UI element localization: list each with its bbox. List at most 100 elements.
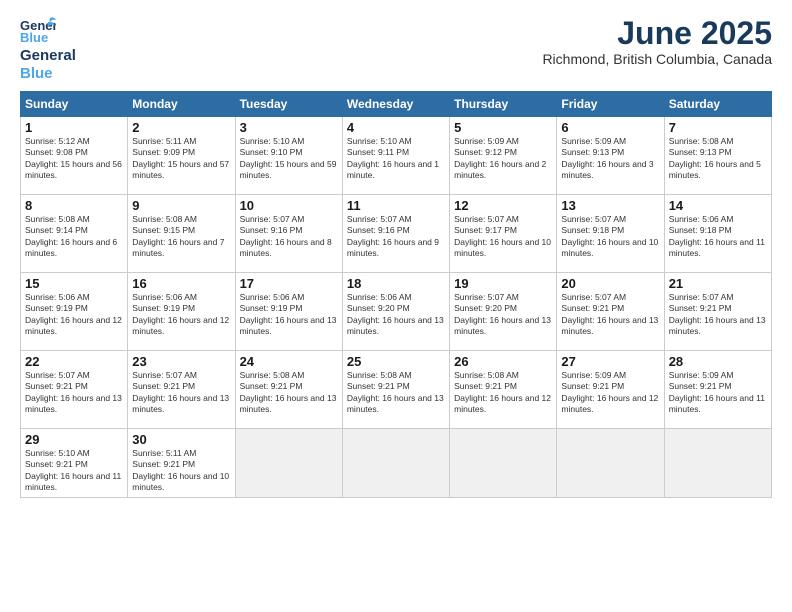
day-info: Sunrise: 5:08 AM Sunset: 9:13 PM Dayligh… bbox=[669, 136, 767, 182]
day-info: Sunrise: 5:11 AM Sunset: 9:09 PM Dayligh… bbox=[132, 136, 230, 182]
day-number: 11 bbox=[347, 198, 445, 213]
page-title: June 2025 bbox=[542, 16, 772, 51]
day-info: Sunrise: 5:08 AM Sunset: 9:21 PM Dayligh… bbox=[240, 370, 338, 416]
table-row: 13 Sunrise: 5:07 AM Sunset: 9:18 PM Dayl… bbox=[557, 195, 664, 273]
table-row bbox=[235, 429, 342, 498]
day-info: Sunrise: 5:07 AM Sunset: 9:20 PM Dayligh… bbox=[454, 292, 552, 338]
table-row: 20 Sunrise: 5:07 AM Sunset: 9:21 PM Dayl… bbox=[557, 273, 664, 351]
day-number: 26 bbox=[454, 354, 552, 369]
col-sunday: Sunday bbox=[21, 92, 128, 117]
table-row: 1 Sunrise: 5:12 AM Sunset: 9:08 PM Dayli… bbox=[21, 117, 128, 195]
day-number: 16 bbox=[132, 276, 230, 291]
logo-icon: General Blue bbox=[20, 16, 56, 46]
table-row: 15 Sunrise: 5:06 AM Sunset: 9:19 PM Dayl… bbox=[21, 273, 128, 351]
col-tuesday: Tuesday bbox=[235, 92, 342, 117]
day-info: Sunrise: 5:07 AM Sunset: 9:16 PM Dayligh… bbox=[240, 214, 338, 260]
day-info: Sunrise: 5:08 AM Sunset: 9:14 PM Dayligh… bbox=[25, 214, 123, 260]
table-row: 12 Sunrise: 5:07 AM Sunset: 9:17 PM Dayl… bbox=[450, 195, 557, 273]
col-monday: Monday bbox=[128, 92, 235, 117]
table-row: 26 Sunrise: 5:08 AM Sunset: 9:21 PM Dayl… bbox=[450, 351, 557, 429]
day-number: 25 bbox=[347, 354, 445, 369]
day-info: Sunrise: 5:11 AM Sunset: 9:21 PM Dayligh… bbox=[132, 448, 230, 494]
day-number: 24 bbox=[240, 354, 338, 369]
day-info: Sunrise: 5:06 AM Sunset: 9:18 PM Dayligh… bbox=[669, 214, 767, 260]
table-row: 14 Sunrise: 5:06 AM Sunset: 9:18 PM Dayl… bbox=[664, 195, 771, 273]
table-row: 11 Sunrise: 5:07 AM Sunset: 9:16 PM Dayl… bbox=[342, 195, 449, 273]
table-row: 4 Sunrise: 5:10 AM Sunset: 9:11 PM Dayli… bbox=[342, 117, 449, 195]
table-row bbox=[342, 429, 449, 498]
logo-blue: Blue bbox=[20, 65, 53, 82]
day-info: Sunrise: 5:08 AM Sunset: 9:15 PM Dayligh… bbox=[132, 214, 230, 260]
title-section: June 2025 Richmond, British Columbia, Ca… bbox=[542, 16, 772, 67]
table-row: 18 Sunrise: 5:06 AM Sunset: 9:20 PM Dayl… bbox=[342, 273, 449, 351]
day-info: Sunrise: 5:09 AM Sunset: 9:13 PM Dayligh… bbox=[561, 136, 659, 182]
table-row: 2 Sunrise: 5:11 AM Sunset: 9:09 PM Dayli… bbox=[128, 117, 235, 195]
day-info: Sunrise: 5:09 AM Sunset: 9:21 PM Dayligh… bbox=[561, 370, 659, 416]
table-row: 24 Sunrise: 5:08 AM Sunset: 9:21 PM Dayl… bbox=[235, 351, 342, 429]
table-row: 7 Sunrise: 5:08 AM Sunset: 9:13 PM Dayli… bbox=[664, 117, 771, 195]
day-info: Sunrise: 5:06 AM Sunset: 9:19 PM Dayligh… bbox=[25, 292, 123, 338]
calendar-row: 8 Sunrise: 5:08 AM Sunset: 9:14 PM Dayli… bbox=[21, 195, 772, 273]
day-number: 4 bbox=[347, 120, 445, 135]
col-thursday: Thursday bbox=[450, 92, 557, 117]
page-subtitle: Richmond, British Columbia, Canada bbox=[542, 51, 772, 67]
table-row: 6 Sunrise: 5:09 AM Sunset: 9:13 PM Dayli… bbox=[557, 117, 664, 195]
day-number: 5 bbox=[454, 120, 552, 135]
day-number: 29 bbox=[25, 432, 123, 447]
calendar-page: General Blue General Blue June 2025 Rich… bbox=[0, 0, 792, 612]
day-number: 27 bbox=[561, 354, 659, 369]
calendar-row: 22 Sunrise: 5:07 AM Sunset: 9:21 PM Dayl… bbox=[21, 351, 772, 429]
day-number: 17 bbox=[240, 276, 338, 291]
day-number: 8 bbox=[25, 198, 123, 213]
day-info: Sunrise: 5:08 AM Sunset: 9:21 PM Dayligh… bbox=[347, 370, 445, 416]
day-number: 2 bbox=[132, 120, 230, 135]
table-row bbox=[664, 429, 771, 498]
day-info: Sunrise: 5:07 AM Sunset: 9:21 PM Dayligh… bbox=[669, 292, 767, 338]
col-saturday: Saturday bbox=[664, 92, 771, 117]
day-info: Sunrise: 5:10 AM Sunset: 9:10 PM Dayligh… bbox=[240, 136, 338, 182]
table-row: 29 Sunrise: 5:10 AM Sunset: 9:21 PM Dayl… bbox=[21, 429, 128, 498]
table-row: 17 Sunrise: 5:06 AM Sunset: 9:19 PM Dayl… bbox=[235, 273, 342, 351]
day-number: 1 bbox=[25, 120, 123, 135]
day-number: 9 bbox=[132, 198, 230, 213]
table-row: 23 Sunrise: 5:07 AM Sunset: 9:21 PM Dayl… bbox=[128, 351, 235, 429]
day-number: 28 bbox=[669, 354, 767, 369]
table-row: 30 Sunrise: 5:11 AM Sunset: 9:21 PM Dayl… bbox=[128, 429, 235, 498]
day-number: 6 bbox=[561, 120, 659, 135]
day-number: 15 bbox=[25, 276, 123, 291]
col-friday: Friday bbox=[557, 92, 664, 117]
day-number: 30 bbox=[132, 432, 230, 447]
day-info: Sunrise: 5:08 AM Sunset: 9:21 PM Dayligh… bbox=[454, 370, 552, 416]
day-info: Sunrise: 5:09 AM Sunset: 9:21 PM Dayligh… bbox=[669, 370, 767, 416]
table-row: 27 Sunrise: 5:09 AM Sunset: 9:21 PM Dayl… bbox=[557, 351, 664, 429]
table-row: 22 Sunrise: 5:07 AM Sunset: 9:21 PM Dayl… bbox=[21, 351, 128, 429]
day-number: 21 bbox=[669, 276, 767, 291]
table-row: 5 Sunrise: 5:09 AM Sunset: 9:12 PM Dayli… bbox=[450, 117, 557, 195]
table-row: 16 Sunrise: 5:06 AM Sunset: 9:19 PM Dayl… bbox=[128, 273, 235, 351]
table-row bbox=[450, 429, 557, 498]
day-number: 3 bbox=[240, 120, 338, 135]
day-info: Sunrise: 5:07 AM Sunset: 9:16 PM Dayligh… bbox=[347, 214, 445, 260]
calendar-row: 29 Sunrise: 5:10 AM Sunset: 9:21 PM Dayl… bbox=[21, 429, 772, 498]
day-number: 14 bbox=[669, 198, 767, 213]
day-number: 7 bbox=[669, 120, 767, 135]
day-info: Sunrise: 5:12 AM Sunset: 9:08 PM Dayligh… bbox=[25, 136, 123, 182]
calendar-row: 1 Sunrise: 5:12 AM Sunset: 9:08 PM Dayli… bbox=[21, 117, 772, 195]
svg-text:Blue: Blue bbox=[20, 30, 48, 45]
day-info: Sunrise: 5:07 AM Sunset: 9:18 PM Dayligh… bbox=[561, 214, 659, 260]
day-info: Sunrise: 5:10 AM Sunset: 9:11 PM Dayligh… bbox=[347, 136, 445, 182]
day-info: Sunrise: 5:06 AM Sunset: 9:19 PM Dayligh… bbox=[240, 292, 338, 338]
day-number: 23 bbox=[132, 354, 230, 369]
day-info: Sunrise: 5:10 AM Sunset: 9:21 PM Dayligh… bbox=[25, 448, 123, 494]
day-info: Sunrise: 5:07 AM Sunset: 9:21 PM Dayligh… bbox=[25, 370, 123, 416]
logo: General Blue General Blue bbox=[20, 16, 76, 83]
day-number: 19 bbox=[454, 276, 552, 291]
day-number: 20 bbox=[561, 276, 659, 291]
day-number: 12 bbox=[454, 198, 552, 213]
table-row: 28 Sunrise: 5:09 AM Sunset: 9:21 PM Dayl… bbox=[664, 351, 771, 429]
table-row: 25 Sunrise: 5:08 AM Sunset: 9:21 PM Dayl… bbox=[342, 351, 449, 429]
day-info: Sunrise: 5:09 AM Sunset: 9:12 PM Dayligh… bbox=[454, 136, 552, 182]
col-wednesday: Wednesday bbox=[342, 92, 449, 117]
calendar-row: 15 Sunrise: 5:06 AM Sunset: 9:19 PM Dayl… bbox=[21, 273, 772, 351]
day-number: 22 bbox=[25, 354, 123, 369]
